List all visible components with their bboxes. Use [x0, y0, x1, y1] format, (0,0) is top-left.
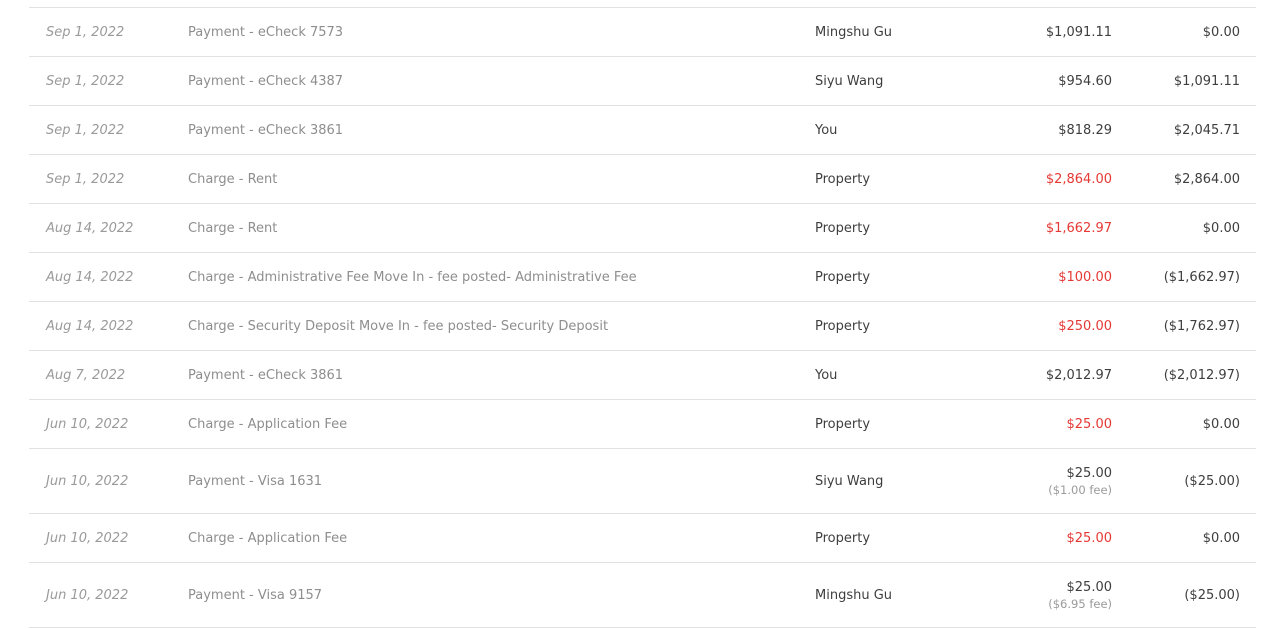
transaction-amount: $954.60: [1058, 73, 1112, 89]
transaction-balance: ($2,012.97): [1163, 367, 1240, 383]
transaction-date: Jun 10, 2022: [46, 587, 129, 603]
transaction-date: Jun 10, 2022: [46, 416, 129, 432]
transaction-amount-cell: $25.00 ($1.00 fee): [1048, 449, 1112, 513]
transaction-amount-cell: $25.00: [1067, 514, 1113, 562]
transaction-party: Siyu Wang: [815, 73, 884, 89]
transaction-description: Charge - Application Fee: [188, 416, 348, 432]
transaction-balance: $0.00: [1202, 416, 1240, 432]
transaction-description: Charge - Application Fee: [188, 530, 348, 546]
transaction-amount: $25.00: [1066, 465, 1113, 481]
transaction-amount: $1,091.11: [1045, 24, 1112, 40]
transaction-party: Mingshu Gu: [815, 24, 893, 40]
transaction-balance: ($25.00): [1184, 587, 1240, 603]
transaction-balance: $2,045.71: [1173, 122, 1240, 138]
transaction-party: Property: [815, 416, 871, 432]
transactions-table: Sep 1, 2022 Payment - eCheck 7573 Mingshu …: [29, 7, 1256, 628]
transaction-balance: $0.00: [1202, 220, 1240, 236]
transaction-description: Payment - eCheck 3861: [188, 367, 344, 383]
transaction-amount-cell: $25.00: [1067, 400, 1113, 448]
transaction-party: Property: [815, 318, 871, 334]
transaction-amount: $25.00: [1066, 416, 1113, 432]
table-row: Jun 10, 2022 Charge - Application Fee Prop…: [29, 514, 1256, 563]
transaction-balance: $0.00: [1202, 24, 1240, 40]
transaction-amount-cell: $954.60: [1058, 57, 1112, 105]
transaction-balance: ($1,662.97): [1163, 269, 1240, 285]
transaction-description: Payment - Visa 1631: [188, 473, 323, 489]
transaction-amount-cell: $2,012.97: [1046, 351, 1112, 399]
transaction-amount: $25.00: [1066, 530, 1113, 546]
transaction-party: Siyu Wang: [815, 473, 884, 489]
transaction-description: Payment - Visa 9157: [188, 587, 323, 603]
transaction-description: Payment - eCheck 7573: [188, 24, 344, 40]
transaction-amount-cell: $1,662.97: [1046, 204, 1112, 252]
transaction-description: Charge - Administrative Fee Move In - fe…: [188, 269, 637, 285]
transaction-date: Aug 14, 2022: [46, 269, 134, 285]
table-row: Sep 1, 2022 Charge - Rent Property $2,864.0…: [29, 155, 1256, 204]
transaction-date: Aug 7, 2022: [46, 367, 126, 383]
transaction-amount: $25.00: [1066, 579, 1113, 595]
transaction-amount-cell: $100.00: [1058, 253, 1112, 301]
transaction-fee: ($6.95 fee): [1048, 596, 1112, 611]
transaction-date: Sep 1, 2022: [46, 24, 125, 40]
transaction-description: Payment - eCheck 3861: [188, 122, 344, 138]
transaction-party: Property: [815, 171, 871, 187]
transaction-fee: ($1.00 fee): [1048, 482, 1112, 497]
transaction-amount: $1,662.97: [1045, 220, 1112, 236]
table-row: Aug 7, 2022 Payment - eCheck 3861 You $2,01…: [29, 351, 1256, 400]
transaction-amount: $2,012.97: [1045, 367, 1112, 383]
transaction-amount-cell: $818.29: [1058, 106, 1112, 154]
transaction-amount-cell: $25.00 ($6.95 fee): [1048, 563, 1112, 627]
transaction-description: Charge - Rent: [188, 220, 278, 236]
table-row: Aug 14, 2022 Charge - Security Deposit Mo…: [29, 302, 1256, 351]
transaction-balance: $2,864.00: [1173, 171, 1240, 187]
transaction-party: You: [815, 122, 838, 138]
transaction-amount: $818.29: [1058, 122, 1112, 138]
transaction-date: Sep 1, 2022: [46, 171, 125, 187]
transaction-date: Aug 14, 2022: [46, 220, 134, 236]
transaction-party: Mingshu Gu: [815, 587, 893, 603]
transaction-amount-cell: $250.00: [1058, 302, 1112, 350]
table-row: Sep 1, 2022 Payment - eCheck 7573 Mingshu …: [29, 8, 1256, 57]
transaction-party: Property: [815, 269, 871, 285]
transaction-party: You: [815, 367, 838, 383]
transaction-date: Jun 10, 2022: [46, 530, 129, 546]
transaction-balance: $0.00: [1202, 530, 1240, 546]
transaction-description: Charge - Rent: [188, 171, 278, 187]
transaction-date: Sep 1, 2022: [46, 122, 125, 138]
transaction-balance: ($25.00): [1184, 473, 1240, 489]
table-row: Jun 10, 2022 Charge - Application Fee Prop…: [29, 400, 1256, 449]
table-row: Jun 10, 2022 Payment - Visa 9157 Mingshu G…: [29, 563, 1256, 628]
transaction-date: Aug 14, 2022: [46, 318, 134, 334]
transaction-description: Charge - Security Deposit Move In - fee …: [188, 318, 609, 334]
table-row: Sep 1, 2022 Payment - eCheck 3861 You $818.…: [29, 106, 1256, 155]
transaction-description: Payment - eCheck 4387: [188, 73, 344, 89]
table-row: Jun 10, 2022 Payment - Visa 1631 Siyu Wang…: [29, 449, 1256, 514]
transaction-amount-cell: $1,091.11: [1046, 8, 1112, 56]
transaction-party: Property: [815, 530, 871, 546]
table-row: Sep 1, 2022 Payment - eCheck 4387 Siyu Wan…: [29, 57, 1256, 106]
transaction-amount-cell: $2,864.00: [1046, 155, 1112, 203]
transaction-date: Sep 1, 2022: [46, 73, 125, 89]
transaction-balance: ($1,762.97): [1163, 318, 1240, 334]
transaction-amount: $100.00: [1058, 269, 1112, 285]
transaction-balance: $1,091.11: [1173, 73, 1240, 89]
transaction-amount: $250.00: [1058, 318, 1112, 334]
table-row: Aug 14, 2022 Charge - Rent Property $1,662.…: [29, 204, 1256, 253]
transaction-date: Jun 10, 2022: [46, 473, 129, 489]
table-row: Aug 14, 2022 Charge - Administrative Fee …: [29, 253, 1256, 302]
transaction-amount: $2,864.00: [1045, 171, 1112, 187]
transaction-party: Property: [815, 220, 871, 236]
